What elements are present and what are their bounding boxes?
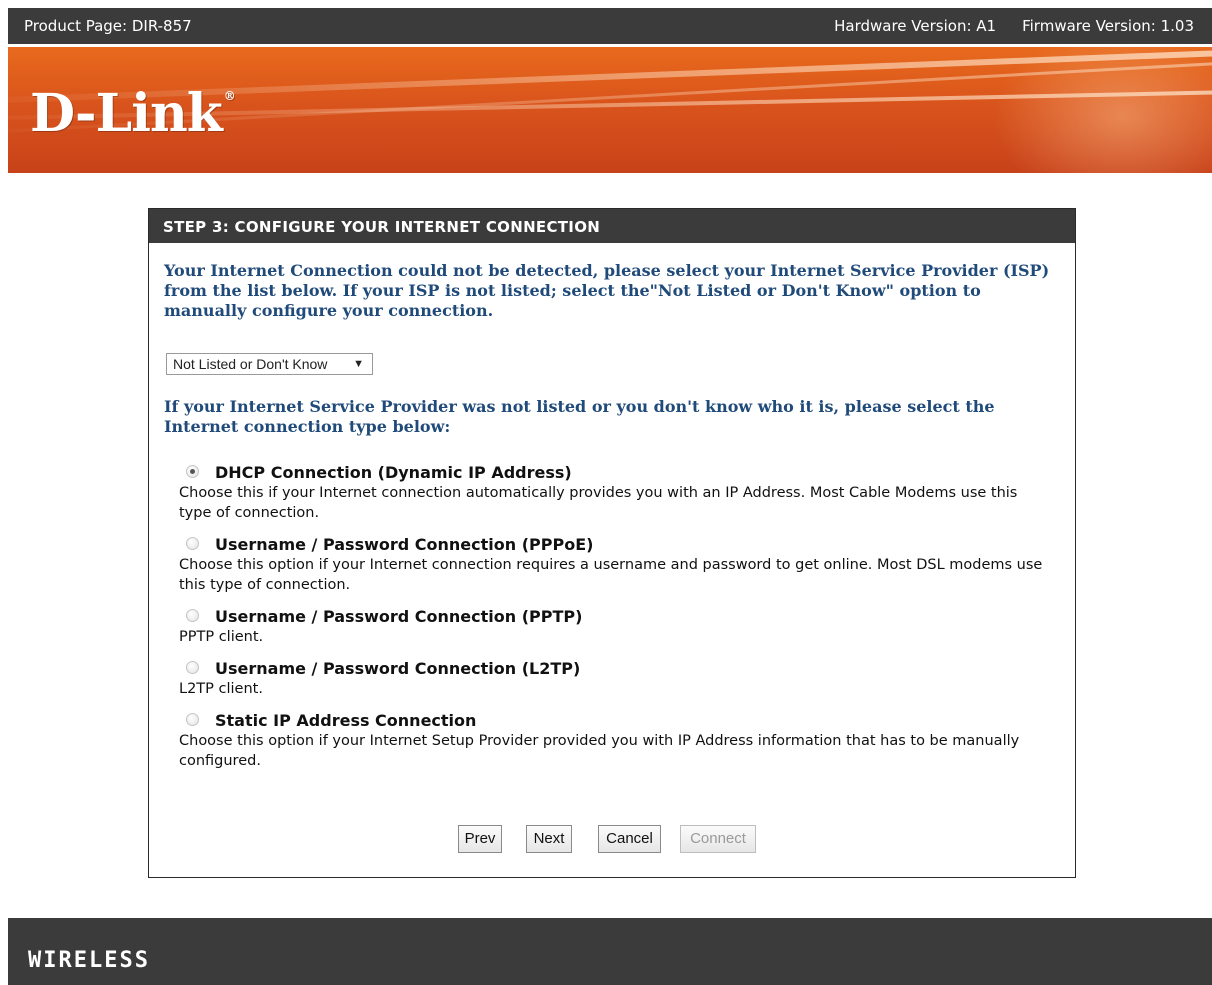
logo-text: D-Link [30,83,223,144]
registered-mark: ® [223,89,236,103]
option-description: PPTP client. [179,629,264,645]
dropdown-arrow-icon: ▼ [353,358,364,370]
isp-select-value: Not Listed or Don't Know [173,356,328,372]
router-admin-page: Product Page: DIR-857 Hardware Version: … [8,8,1212,985]
option-label: Username / Password Connection (PPTP) [215,607,583,626]
setup-wizard-panel: STEP 3: CONFIGURE YOUR INTERNET CONNECTI… [148,208,1076,878]
pptp-radio[interactable] [186,609,199,622]
option-description: Choose this option if your Internet Setu… [179,733,1020,769]
connection-type-intro: If your Internet Service Provider was no… [164,397,1059,437]
step-title: STEP 3: CONFIGURE YOUR INTERNET CONNECTI… [149,209,1075,243]
next-button[interactable]: Next [526,825,572,853]
option-static-ip[interactable]: Static IP Address Connection Choose this… [179,711,1059,769]
option-pptp[interactable]: Username / Password Connection (PPTP) PP… [179,607,1059,645]
product-page-link[interactable]: Product Page: DIR-857 [24,8,192,44]
pppoe-radio[interactable] [186,537,199,550]
dlink-logo: D-Link ® [30,83,236,144]
prev-button[interactable]: Prev [458,825,502,853]
version-info: Hardware Version: A1 Firmware Version: 1.… [834,8,1194,44]
intro-block: Your Internet Connection could not be de… [164,261,1059,321]
wireless-brand: WIRELESS [28,948,150,973]
option-description: L2TP client. [179,681,263,697]
hardware-version: Hardware Version: A1 [834,17,997,35]
connect-button[interactable]: Connect [680,825,756,853]
dhcp-radio[interactable] [186,465,199,478]
option-description: Choose this option if your Internet conn… [179,557,1043,593]
option-label: Static IP Address Connection [215,711,477,730]
wizard-buttons: Prev Next Cancel Connect [149,825,1075,855]
firmware-version: Firmware Version: 1.03 [1022,17,1194,35]
cancel-button[interactable]: Cancel [598,825,661,853]
connection-type-text: If your Internet Service Provider was no… [164,397,995,436]
option-label: Username / Password Connection (L2TP) [215,659,581,678]
option-l2tp[interactable]: Username / Password Connection (L2TP) L2… [179,659,1059,697]
l2tp-radio[interactable] [186,661,199,674]
option-dhcp[interactable]: DHCP Connection (Dynamic IP Address) Cho… [179,463,1059,521]
intro-text: Your Internet Connection could not be de… [164,261,1050,320]
option-label: Username / Password Connection (PPPoE) [215,535,594,554]
top-info-bar: Product Page: DIR-857 Hardware Version: … [8,8,1212,44]
brand-banner: D-Link ® [8,47,1212,173]
static-ip-radio[interactable] [186,713,199,726]
footer-bar: WIRELESS [8,918,1212,985]
isp-select[interactable]: Not Listed or Don't Know ▼ [166,353,373,375]
option-description: Choose this if your Internet connection … [179,485,1018,521]
option-pppoe[interactable]: Username / Password Connection (PPPoE) C… [179,535,1059,593]
option-label: DHCP Connection (Dynamic IP Address) [215,463,572,482]
